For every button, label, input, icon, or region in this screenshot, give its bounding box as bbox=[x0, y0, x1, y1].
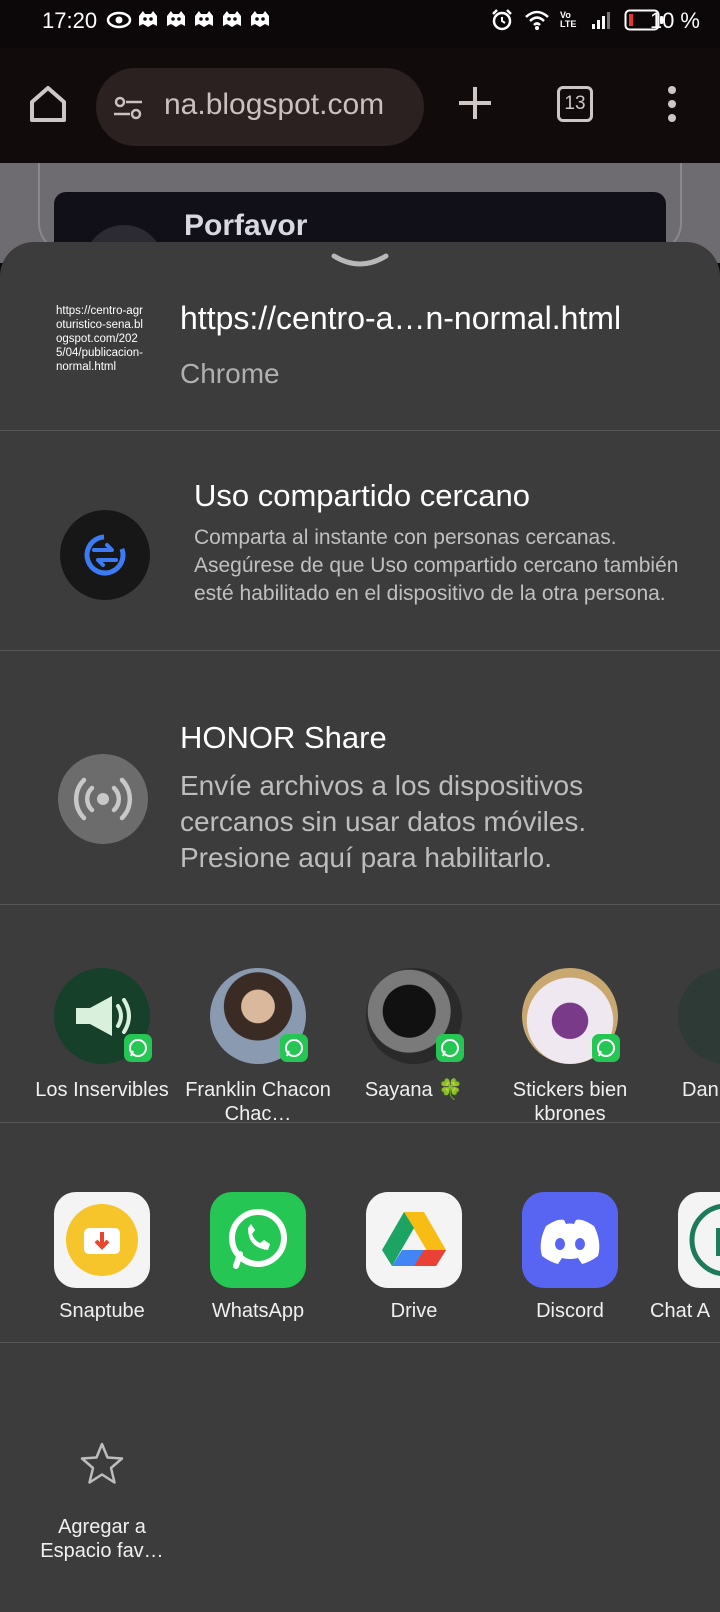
signal-icon bbox=[592, 12, 610, 29]
game-icon bbox=[167, 11, 185, 27]
whatsapp-icon bbox=[210, 1192, 306, 1288]
contact-name: Dan bbox=[682, 1079, 719, 1101]
app-discord[interactable]: Discord bbox=[490, 1192, 650, 1323]
game-icon bbox=[139, 11, 157, 27]
honor-share-icon[interactable] bbox=[58, 754, 148, 844]
game-icon bbox=[223, 11, 241, 27]
wifi-icon bbox=[525, 10, 549, 30]
app-snaptube[interactable]: Snaptube bbox=[22, 1192, 182, 1323]
contact-name: Stickers bien kbrones bbox=[512, 1079, 628, 1125]
whatsapp-badge-icon bbox=[124, 1034, 152, 1062]
nearby-share-description: Comparta al instante con personas cercan… bbox=[194, 526, 679, 605]
system-icons: Vo LTE bbox=[490, 8, 664, 32]
status-bar: 17:20 Vo LTE 10 % bbox=[0, 0, 720, 48]
collapse-handle-icon[interactable] bbox=[330, 250, 390, 272]
snaptube-icon bbox=[54, 1192, 150, 1288]
drive-icon bbox=[366, 1192, 462, 1288]
volte-label: Vo LTE bbox=[560, 10, 577, 29]
share-sheet: https://centro-agroturistico-sena.blogsp… bbox=[0, 242, 720, 1612]
contact-target[interactable]: Franklin Chacon Chac… bbox=[178, 968, 338, 1126]
avatar bbox=[678, 968, 720, 1064]
notification-icons bbox=[106, 9, 272, 31]
status-time: 17:20 bbox=[42, 8, 98, 33]
app-name: WhatsApp bbox=[211, 1300, 305, 1322]
app-name: Chat A bbox=[650, 1300, 711, 1322]
whatsapp-badge-icon bbox=[280, 1034, 308, 1062]
url-text: na.blogspot.com bbox=[164, 88, 385, 121]
contact-name: Sayana 🍀 bbox=[364, 1079, 464, 1101]
app-chat[interactable]: Chat A bbox=[646, 1192, 720, 1323]
battery-percentage: 10 % bbox=[649, 8, 700, 33]
whatsapp-badge-icon bbox=[436, 1034, 464, 1062]
alarm-icon bbox=[492, 9, 512, 31]
honor-share-title[interactable]: HONOR Share bbox=[180, 720, 387, 756]
divider bbox=[0, 1122, 720, 1123]
home-icon[interactable] bbox=[24, 80, 72, 128]
link-thumbnail: https://centro-agroturistico-sena.blogsp… bbox=[56, 305, 143, 373]
avatar bbox=[54, 968, 152, 1064]
chat-app-icon bbox=[678, 1192, 720, 1288]
wireless-signal-icon bbox=[73, 777, 133, 821]
tab-count: 13 bbox=[564, 93, 586, 114]
more-options-icon[interactable] bbox=[660, 82, 684, 126]
nearby-share-icon[interactable] bbox=[60, 510, 150, 600]
address-bar[interactable]: na.blogspot.com bbox=[96, 68, 424, 146]
divider bbox=[0, 650, 720, 651]
contact-target[interactable]: Sayana 🍀 bbox=[334, 968, 494, 1102]
app-whatsapp[interactable]: WhatsApp bbox=[178, 1192, 338, 1323]
avatar bbox=[366, 968, 464, 1064]
app-drive[interactable]: Drive bbox=[334, 1192, 494, 1323]
divider bbox=[0, 1342, 720, 1343]
whatsapp-badge-icon bbox=[592, 1034, 620, 1062]
add-to-favorites-button[interactable]: Agregar a Espacio fav… bbox=[22, 1440, 182, 1563]
game-icon bbox=[195, 11, 213, 27]
page-heading: Porfavor bbox=[184, 209, 308, 242]
add-to-favorites-label: Agregar a Espacio fav… bbox=[40, 1516, 164, 1562]
divider bbox=[0, 904, 720, 905]
discord-icon bbox=[522, 1192, 618, 1288]
avatar bbox=[522, 968, 620, 1064]
honor-share-description[interactable]: Envíe archivos a los dispositivos cercan… bbox=[180, 768, 680, 876]
new-tab-icon[interactable] bbox=[456, 84, 494, 122]
browser-toolbar: na.blogspot.com 13 bbox=[0, 48, 720, 163]
app-name: Snaptube bbox=[59, 1300, 145, 1322]
nearby-share-title[interactable]: Uso compartido cercano bbox=[194, 478, 530, 514]
divider bbox=[0, 430, 720, 431]
contact-target[interactable]: Los Inservibles bbox=[22, 968, 182, 1102]
tab-switcher-button[interactable]: 13 bbox=[557, 86, 593, 122]
eye-icon bbox=[106, 11, 132, 29]
game-icon bbox=[251, 11, 269, 27]
contact-target[interactable]: Stickers bien kbrones bbox=[490, 968, 650, 1126]
avatar bbox=[210, 968, 308, 1064]
nearby-share-symbol-icon bbox=[84, 534, 126, 576]
app-name: Drive bbox=[390, 1300, 438, 1322]
star-icon bbox=[80, 1442, 124, 1484]
source-app: Chrome bbox=[180, 358, 280, 389]
site-settings-icon[interactable] bbox=[112, 94, 144, 122]
contact-name: Los Inservibles bbox=[35, 1079, 169, 1101]
app-name: Discord bbox=[536, 1300, 604, 1322]
contact-target[interactable]: Dan bbox=[646, 968, 720, 1102]
contact-name: Franklin Chacon Chac… bbox=[185, 1079, 331, 1125]
shared-url: https://centro-a…n-normal.html bbox=[180, 300, 622, 336]
